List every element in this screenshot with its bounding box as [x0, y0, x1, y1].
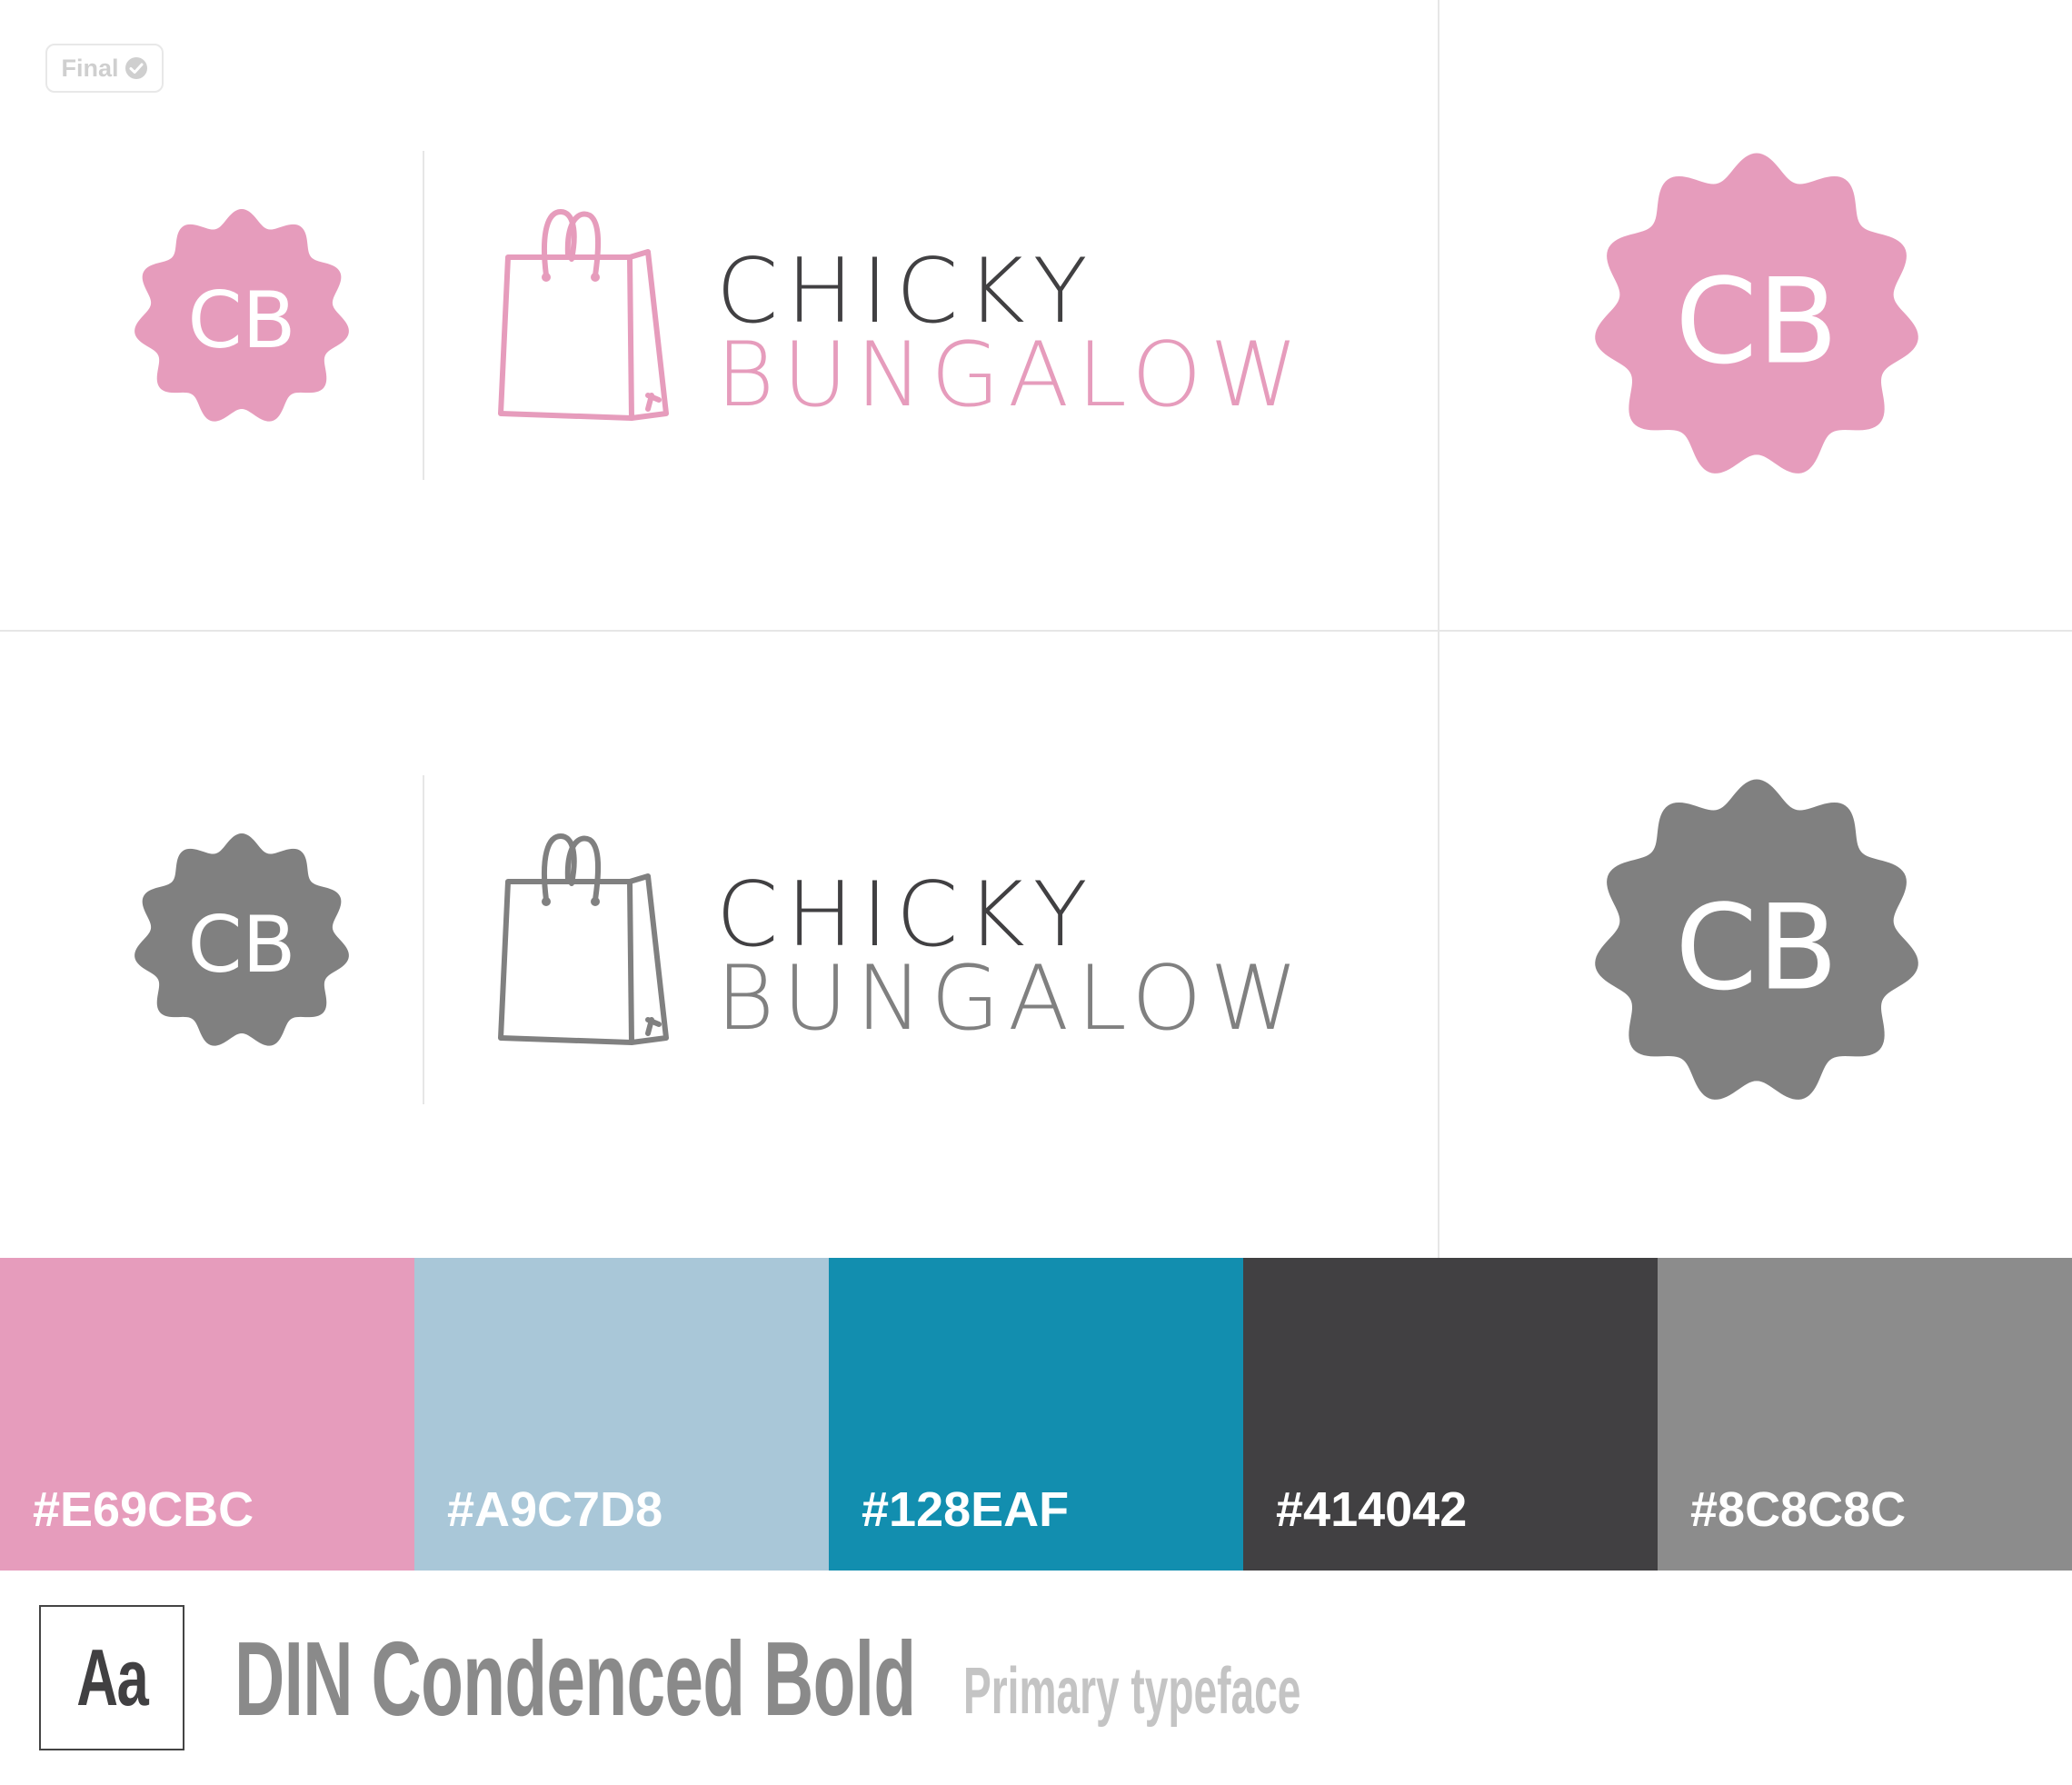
- logo-badge-small-mono: CB: [134, 833, 349, 1046]
- badge-initials: CB: [187, 900, 295, 991]
- shopping-bag-icon: [498, 833, 669, 1045]
- color-swatch-label: #128EAF: [862, 1482, 1070, 1537]
- color-swatch: #128EAF: [829, 1258, 1243, 1571]
- color-swatch: #E69CBC: [0, 1258, 414, 1571]
- status-badge-label: Final: [61, 54, 119, 82]
- wordmark-line2: BUNGALOW: [716, 324, 1307, 427]
- status-badge: Final: [45, 44, 164, 93]
- color-swatch-label: #E69CBC: [33, 1482, 254, 1537]
- logo-separator: [423, 151, 424, 480]
- badge-initials: CB: [1675, 254, 1838, 391]
- color-swatch-label: #A9C7D8: [447, 1482, 663, 1537]
- logo-badge-large: CB: [1595, 153, 1918, 474]
- color-swatch: #414042: [1243, 1258, 1658, 1571]
- column-divider: [1438, 0, 1439, 1258]
- logo-badge-large-mono: CB: [1595, 779, 1918, 1100]
- logo-separator: [423, 775, 424, 1104]
- typeface-name: DIN Condenced Bold: [234, 1620, 916, 1738]
- typeface-sample-box: Aa: [39, 1605, 184, 1750]
- check-circle-icon: [125, 57, 147, 79]
- wordmark-line2-mono: BUNGALOW: [716, 947, 1307, 1051]
- badge-initials: CB: [1675, 880, 1838, 1017]
- badge-initials: CB: [187, 275, 295, 366]
- typeface-role: Primary typeface: [963, 1655, 1301, 1728]
- color-swatch: #A9C7D8: [414, 1258, 829, 1571]
- color-swatch: #8C8C8C: [1658, 1258, 2072, 1571]
- color-palette: #E69CBC #A9C7D8 #128EAF #414042 #8C8C8C: [0, 1258, 2072, 1571]
- shopping-bag-icon: [498, 209, 669, 421]
- typeface-sample: Aa: [75, 1632, 149, 1722]
- color-swatch-label: #8C8C8C: [1690, 1482, 1907, 1537]
- logo-badge-small: CB: [134, 209, 349, 422]
- color-swatch-label: #414042: [1276, 1482, 1468, 1537]
- row-divider: [0, 630, 2072, 632]
